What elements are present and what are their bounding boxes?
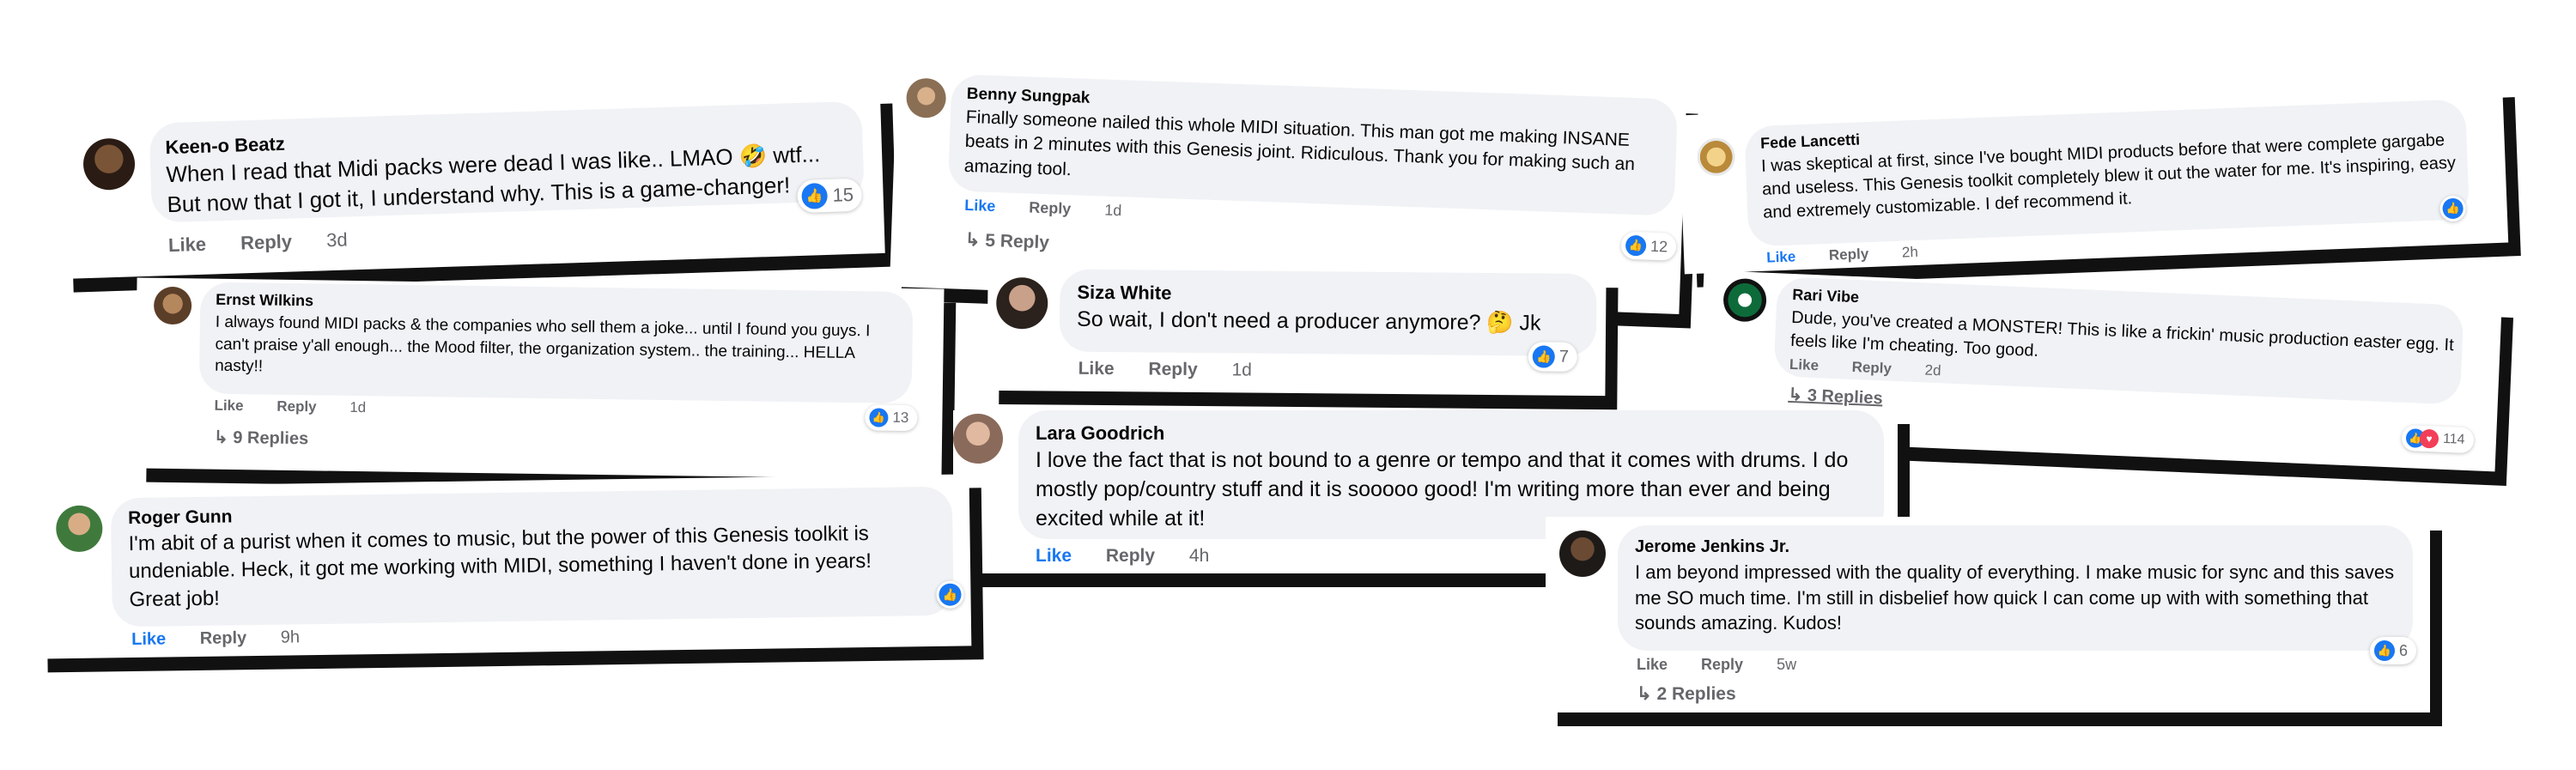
like-button[interactable]: Like: [168, 233, 207, 256]
thumbs-up-icon: 👍: [869, 408, 889, 427]
avatar[interactable]: [1559, 531, 1606, 577]
timestamp: 5w: [1777, 656, 1797, 673]
comment-actions: Like Reply 1d: [964, 197, 1151, 221]
reply-arrow-icon: ↳: [1788, 385, 1808, 405]
timestamp: 2d: [1924, 361, 1941, 379]
view-replies-link[interactable]: ↳ 2 Replies: [1637, 683, 1736, 705]
reaction-number: 15: [832, 184, 854, 206]
timestamp: 3d: [325, 228, 349, 252]
comment-text: So wait, I don't need a producer anymore…: [1077, 306, 1541, 336]
replies-count: 3 Replies: [1807, 385, 1884, 409]
commenter-name[interactable]: Keen-o Beatz: [165, 133, 285, 159]
reaction-number: 12: [1649, 237, 1668, 255]
reply-button[interactable]: Reply: [276, 398, 317, 415]
commenter-name[interactable]: Lara Goodrich: [1036, 422, 1164, 445]
reaction-count[interactable]: 👍 7: [1528, 342, 1578, 372]
thumbs-up-icon: 👍: [2374, 640, 2395, 661]
avatar[interactable]: [55, 505, 103, 553]
replies-count: 5 Reply: [984, 230, 1050, 253]
timestamp: 9h: [280, 628, 301, 647]
comment-actions: Like Reply 9h: [131, 628, 329, 650]
view-replies-link[interactable]: ↳ 3 Replies: [1788, 384, 1883, 409]
commenter-name[interactable]: Fede Lancetti: [1760, 130, 1861, 152]
view-replies-link[interactable]: ↳ 5 Reply: [964, 229, 1049, 253]
view-replies-link[interactable]: ↳ 9 Replies: [214, 427, 308, 450]
commenter-name[interactable]: Ernst Wilkins: [216, 291, 313, 311]
like-button[interactable]: Like: [964, 197, 996, 215]
like-button[interactable]: Like: [1766, 248, 1796, 265]
comment-card-roger-gunn: Roger Gunn I'm abit of a purist when it …: [33, 474, 972, 659]
reaction-number: 7: [1558, 347, 1569, 367]
comment-card-ernst-wilkins: Ernst Wilkins I always found MIDI packs …: [134, 277, 945, 480]
timestamp: 1d: [349, 398, 367, 416]
reaction-number: 13: [892, 409, 909, 427]
comment-card-fede-lancetti: Fede Lancetti I was skeptical at first, …: [1678, 83, 2509, 275]
avatar[interactable]: [1722, 277, 1768, 323]
comment-actions: Like Reply 1d: [1078, 359, 1281, 381]
timestamp: 1d: [1103, 201, 1122, 220]
reaction-number: 114: [2442, 431, 2465, 447]
like-button[interactable]: Like: [1036, 546, 1072, 566]
timestamp: 1d: [1231, 360, 1252, 380]
comment-card-jerome-jenkins-jr: Jerome Jenkins Jr. I am beyond impressed…: [1546, 517, 2430, 712]
reaction-number: 6: [2399, 641, 2409, 659]
thumbs-up-icon: 👍: [939, 583, 962, 606]
reply-arrow-icon: ↳: [1637, 684, 1657, 704]
reply-arrow-icon: ↳: [964, 229, 986, 251]
reply-button[interactable]: Reply: [240, 231, 293, 254]
thumbs-up-icon: 👍: [1625, 234, 1647, 257]
commenter-name[interactable]: Siza White: [1077, 282, 1171, 305]
timestamp: 4h: [1188, 546, 1210, 566]
comment-actions: Like Reply 3d: [168, 227, 377, 257]
replies-count: 2 Replies: [1656, 684, 1736, 704]
like-button[interactable]: Like: [131, 629, 166, 649]
comment-text: I am beyond impressed with the quality o…: [1635, 561, 2395, 634]
comment-actions: Like Reply 1d: [214, 397, 395, 417]
like-button[interactable]: Like: [1789, 356, 1820, 373]
reaction-count[interactable]: 👍 15: [797, 178, 863, 214]
thumbs-up-icon: 👍: [2442, 197, 2464, 220]
avatar[interactable]: [1696, 137, 1736, 177]
reply-button[interactable]: Reply: [1701, 656, 1743, 673]
reaction-count[interactable]: 👍: [2439, 195, 2467, 222]
reaction-count[interactable]: 👍 13: [865, 404, 918, 432]
heart-icon: ♥: [2419, 428, 2439, 449]
reply-button[interactable]: Reply: [1148, 359, 1197, 379]
comment-card-keen-o-beatz: Keen-o Beatz When I read that Midi packs…: [56, 89, 885, 280]
commenter-name[interactable]: Rari Vibe: [1792, 286, 1859, 306]
comment-text: I'm abit of a purist when it comes to mu…: [128, 522, 872, 611]
avatar[interactable]: [905, 77, 947, 119]
reply-arrow-icon: ↳: [213, 427, 234, 448]
comment-card-siza-white: Siza White So wait, I don't need a produ…: [987, 268, 1607, 397]
comment-text: I always found MIDI packs & the companie…: [215, 312, 871, 376]
reply-button[interactable]: Reply: [1106, 546, 1155, 566]
replies-count: 9 Replies: [233, 428, 309, 449]
timestamp: 2h: [1901, 243, 1919, 261]
commenter-name[interactable]: Roger Gunn: [128, 506, 233, 529]
avatar[interactable]: [82, 137, 136, 191]
like-button[interactable]: Like: [1637, 656, 1668, 673]
like-button[interactable]: Like: [1078, 359, 1115, 379]
avatar[interactable]: [153, 286, 192, 325]
reaction-count[interactable]: 👍 12: [1620, 231, 1677, 261]
thumbs-up-icon: 👍: [1532, 345, 1555, 368]
reaction-count[interactable]: 👍 ♥ 114: [2401, 424, 2475, 454]
reply-button[interactable]: Reply: [1851, 359, 1892, 377]
comment-actions: Like Reply 4h: [1036, 546, 1238, 567]
commenter-name[interactable]: Jerome Jenkins Jr.: [1635, 537, 1789, 557]
avatar[interactable]: [953, 414, 1003, 464]
reaction-count[interactable]: 👍: [936, 580, 964, 609]
reply-button[interactable]: Reply: [200, 628, 247, 648]
thumbs-up-icon: 👍: [801, 182, 829, 209]
reaction-count[interactable]: 👍 6: [2370, 637, 2417, 664]
comment-actions: Like Reply 5w: [1637, 656, 1826, 674]
reply-button[interactable]: Reply: [1029, 198, 1072, 217]
reply-button[interactable]: Reply: [1829, 246, 1869, 264]
avatar[interactable]: [996, 276, 1048, 330]
like-button[interactable]: Like: [214, 397, 243, 414]
comment-actions: Like Reply 2h: [1766, 243, 1947, 267]
